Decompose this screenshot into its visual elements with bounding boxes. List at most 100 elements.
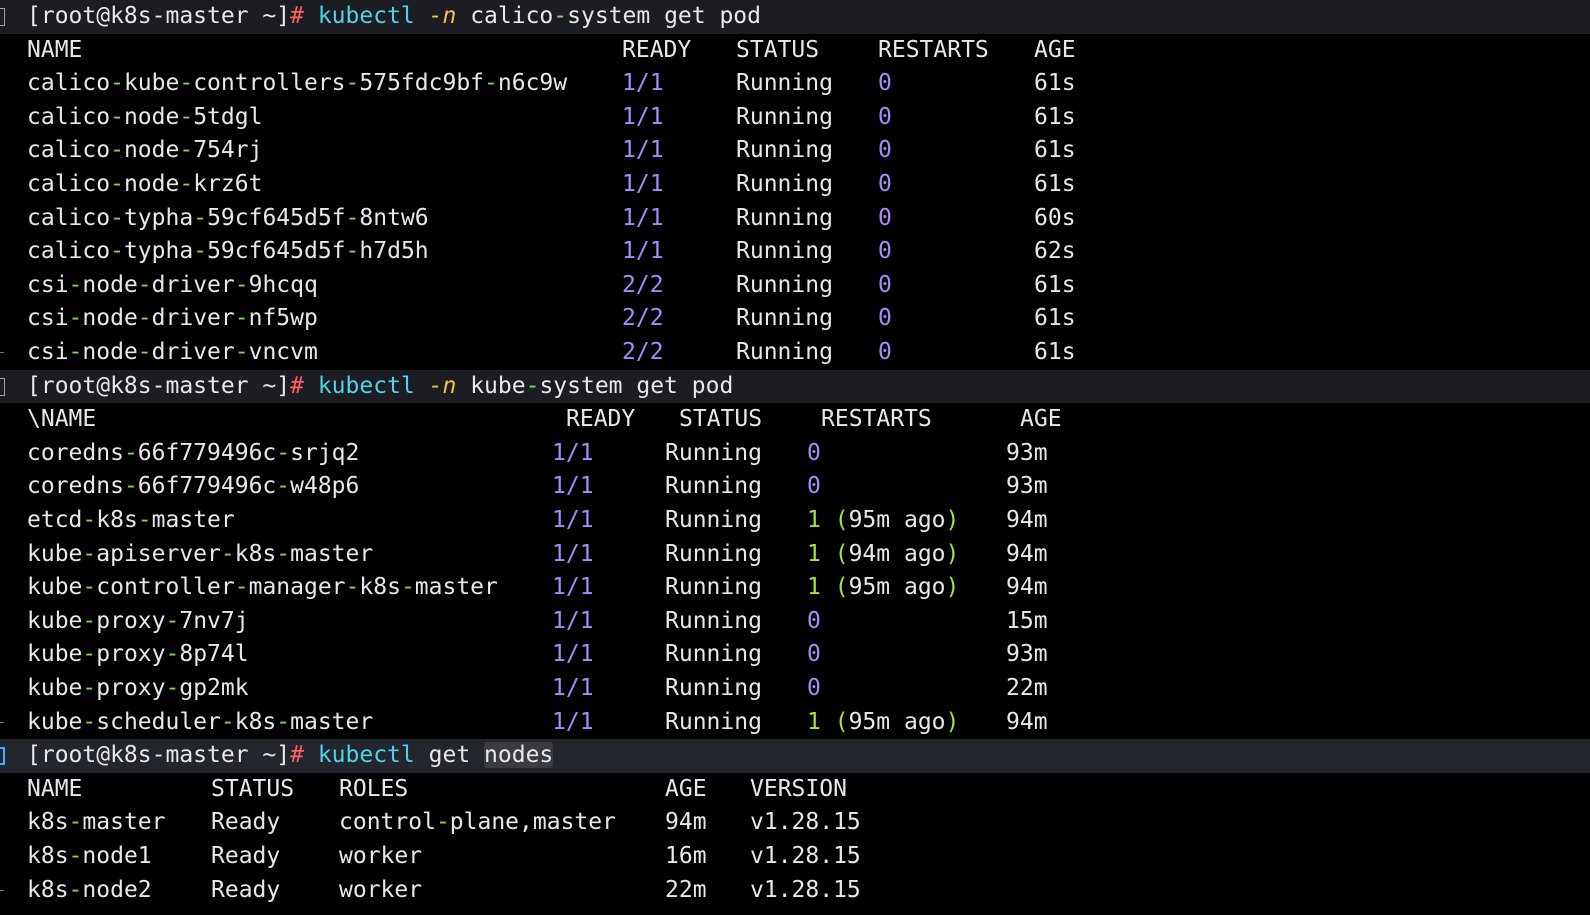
table-row: coredns-66f779496c-srjq2 1/1 Running 0 93m [0,437,1590,471]
pod-age: 61s [1034,70,1076,97]
pod-name: csi-node-driver-9hcqq [27,271,318,298]
gutter-marker-icon [0,8,5,26]
prompt-user-host: [root@k8s-master ~] [27,3,291,29]
pod-status: Running [736,204,833,231]
pod-age: 61s [1034,171,1076,197]
node-age: 22m [665,876,707,903]
column-header-ready: READY [566,406,636,433]
pod-age: 22m [1006,675,1048,701]
table-row: calico-typha-59cf645d5f-8ntw6 1/1 Running 0… [0,202,1590,236]
prompt-symbol: # [290,3,304,29]
pod-age: 94m [1006,708,1048,735]
column-header-age: AGE [1020,406,1062,433]
pod-name: csi-node-driver-nf5wp [27,305,318,332]
pod-ready: 1/1 [552,507,594,533]
pod-ready: 2/2 [622,305,664,332]
node-version: v1.28.15 [750,809,861,836]
gutter-marker-icon [0,747,5,766]
restart-count: 0 [807,439,821,466]
pod-age: 94m [1006,540,1048,567]
column-header-restarts: RESTARTS [878,36,989,63]
column-header-ready: READY [622,36,692,63]
prompt: [root@k8s-master ~]# kubectl get nodes [27,739,554,773]
node-roles: worker [339,843,423,869]
terminal-output[interactable]: [root@k8s-master ~]# kubectl -n calico-s… [0,0,1590,915]
table-row: csi-node-driver-nf5wp 2/2 Running 0 61s [0,302,1590,336]
command-args: get [428,742,471,769]
command-args: kube-system get pod [470,372,734,399]
pod-status: Running [736,305,833,332]
prompt-line: [root@k8s-master ~]# kubectl -n calico-s… [0,0,1590,34]
table-row: kube-proxy-8p74l 1/1 Running 0 93m [0,638,1590,672]
pod-status: Running [736,271,833,298]
restart-count: 0 [807,641,821,668]
column-header-version: VERSION [750,775,847,802]
pod-name: kube-proxy-7nv7j [27,607,249,634]
prompt-user-host: [root@k8s-master ~] [27,742,291,769]
column-header-name: NAME [27,36,83,63]
pod-ready: 1/1 [552,675,594,701]
pod-status: Running [665,540,762,567]
pod-name: kube-scheduler-k8s-master [27,708,374,735]
column-header-name: \NAME [27,406,97,433]
restart-count: 1 [807,540,821,567]
table-header: NAME STATUS ROLES AGE VERSION [0,773,1590,807]
pod-status: Running [665,641,762,668]
pod-restarts: 0 [878,339,892,365]
pod-age: 61s [1034,103,1076,130]
pod-ready: 1/1 [552,708,594,735]
prompt-user-host: [root@k8s-master ~] [27,372,291,399]
pod-ready: 2/2 [622,339,664,365]
pod-restarts: 1 (95m ago) [807,708,960,735]
pod-ready: 1/1 [552,641,594,668]
command-args: calico-system get pod [470,3,762,29]
pod-restarts: 0 [878,271,892,298]
node-version: v1.28.15 [750,876,861,903]
table-row: kube-scheduler-k8s-master 1/1 Running 1 (95… [0,706,1590,740]
restart-count: 0 [807,473,821,500]
pod-ready: 1/1 [552,607,594,634]
pod-restarts: 1 (95m ago) [807,574,960,601]
pod-age: 93m [1006,641,1048,668]
pod-name: kube-apiserver-k8s-master [27,540,374,567]
command-binary: kubectl [317,3,415,29]
pod-restarts: 0 [878,238,892,265]
table-row: calico-node-5tdgl 1/1 Running 0 61s [0,101,1590,135]
gutter-marker-icon [0,377,5,396]
restart-ago: 95m ago [848,507,946,533]
pod-ready: 1/1 [552,540,594,567]
pod-name: calico-node-754rj [27,137,263,164]
gutter-tick [0,889,4,891]
node-name: k8s-master [27,809,166,836]
column-header-name: NAME [27,775,83,802]
pod-status: Running [736,70,833,97]
pod-name: calico-node-5tdgl [27,103,263,130]
table-row: k8s-master Ready control-plane,master 94m v1… [0,806,1590,840]
command-args-highlight: nodes [484,742,554,769]
pod-restarts: 0 [878,103,892,130]
pod-status: Running [665,507,762,533]
gutter-tick [0,721,4,723]
table-row: k8s-node1 Ready worker 16m v1.28.15 [0,840,1590,874]
pod-age: 61s [1034,137,1076,164]
pod-age: 94m [1006,574,1048,601]
pod-restarts: 1 (95m ago) [807,507,960,533]
pod-name: coredns-66f779496c-w48p6 [27,473,360,500]
pod-restarts: 0 [807,605,821,639]
pod-name: etcd-k8s-master [27,507,235,533]
column-header-roles: ROLES [339,775,409,802]
pod-status: Running [736,238,833,265]
pod-ready: 1/1 [622,137,664,164]
node-name: k8s-node1 [27,843,152,869]
pod-status: Running [736,137,833,164]
node-status: Ready [211,876,281,903]
table-row: calico-kube-controllers-575fdc9bf-n6c9w 1… [0,67,1590,101]
pod-ready: 1/1 [552,574,594,601]
command-binary: kubectl [317,742,415,769]
pod-age: 62s [1034,238,1076,265]
pod-restarts: 0 [878,204,892,231]
pod-restarts: 0 [807,437,821,471]
node-version: v1.28.15 [750,843,861,869]
restart-ago: 94m ago [848,540,946,567]
pod-ready: 1/1 [622,171,664,197]
